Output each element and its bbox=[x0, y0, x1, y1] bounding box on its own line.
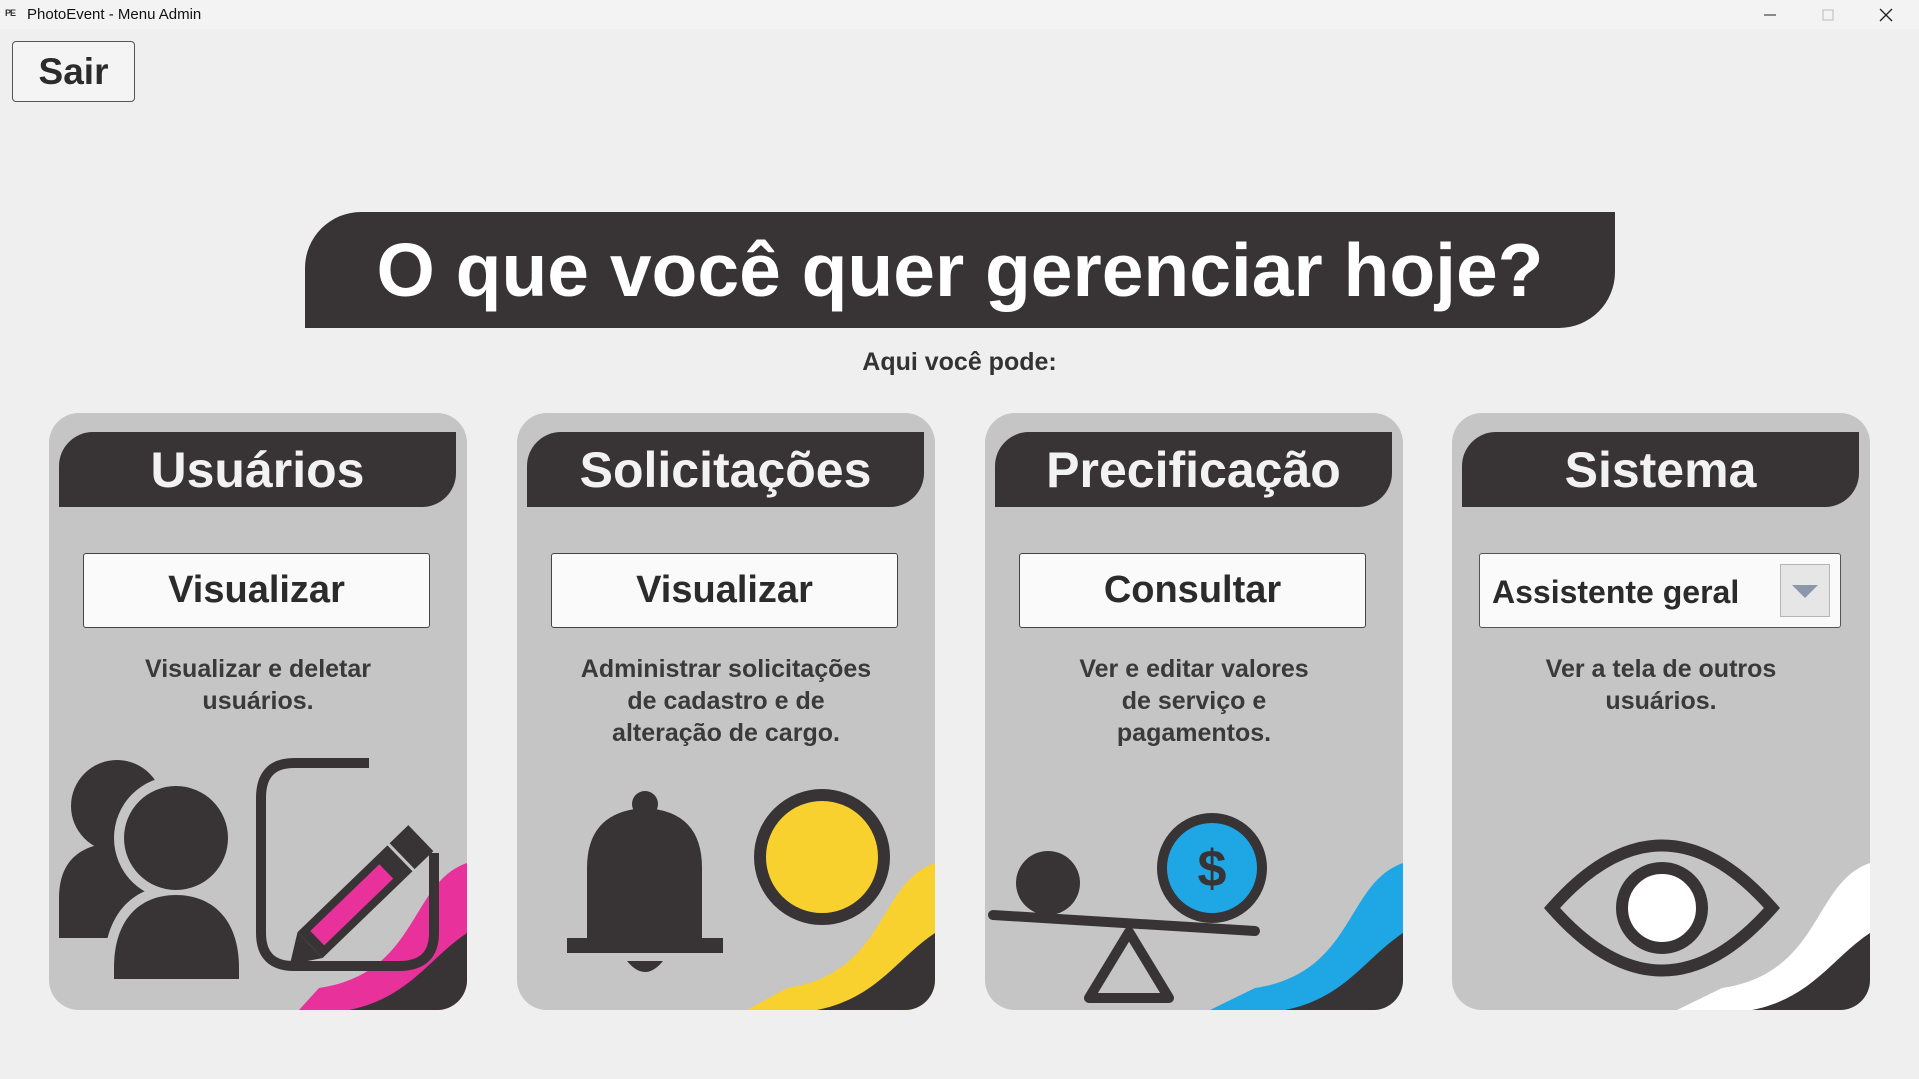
app-icon: PE bbox=[5, 8, 16, 18]
edit-icon bbox=[256, 758, 439, 971]
page-title: O que você quer gerenciar hoje? bbox=[376, 228, 1544, 312]
eye-icon bbox=[1544, 839, 1780, 977]
card-system: Sistema Assistente geral Ver a tela de o… bbox=[1452, 413, 1870, 1010]
window-titlebar: PE PhotoEvent - Menu Admin bbox=[0, 0, 1919, 29]
page-title-banner: O que você quer gerenciar hoje? bbox=[305, 212, 1615, 328]
page-subtitle: Aqui você pode: bbox=[862, 348, 1057, 376]
card-users: Usuários Visualizar Visualizar e deletar… bbox=[49, 413, 467, 1010]
card-pricing: Precificação Consultar Ver e editar valo… bbox=[985, 413, 1403, 1010]
card-requests: Solicitações Visualizar Administrar soli… bbox=[517, 413, 935, 1010]
restore-icon bbox=[1822, 9, 1834, 20]
notification-dot-icon bbox=[754, 789, 890, 925]
close-button[interactable] bbox=[1857, 0, 1915, 29]
svg-text:$: $ bbox=[1198, 840, 1227, 898]
exit-button[interactable]: Sair bbox=[12, 41, 135, 102]
maximize-button[interactable] bbox=[1799, 0, 1857, 29]
window-title: PhotoEvent - Menu Admin bbox=[27, 6, 202, 23]
minimize-button[interactable] bbox=[1741, 0, 1799, 29]
minimize-icon bbox=[1764, 14, 1776, 15]
close-icon bbox=[1879, 8, 1893, 21]
dollar-coin-icon: $ bbox=[1157, 813, 1267, 923]
